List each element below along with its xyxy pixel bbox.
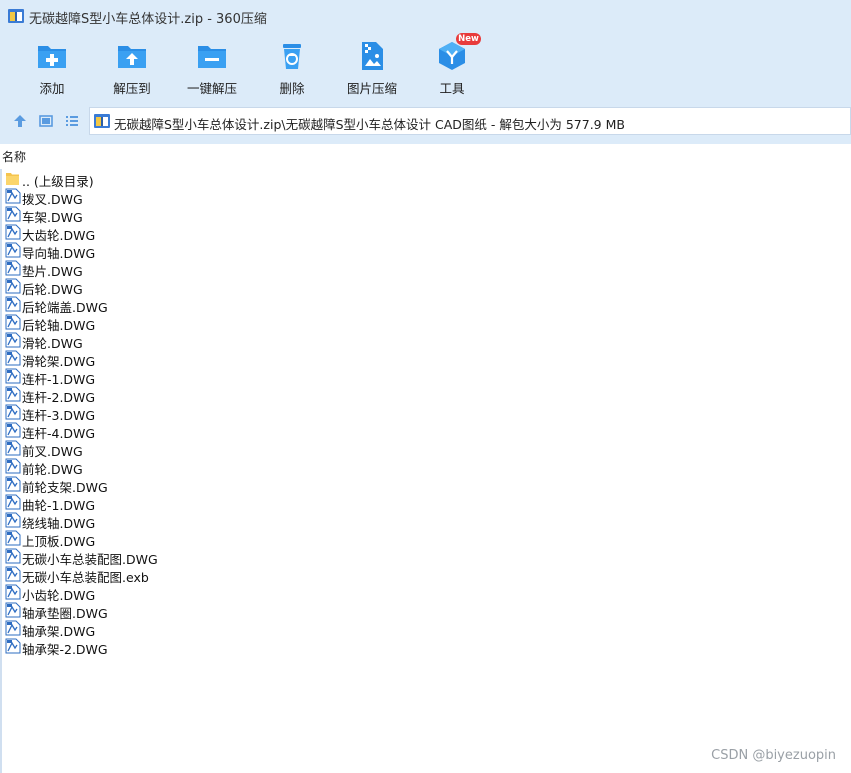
list-item[interactable]: 车架.DWG — [5, 205, 845, 225]
dwg-file-icon — [5, 260, 21, 276]
list-item[interactable]: 无碳小车总装配图.exb — [5, 565, 845, 585]
dwg-file-icon — [5, 404, 21, 420]
list-item[interactable]: 前轮.DWG — [5, 457, 845, 477]
dwg-file-icon — [5, 278, 21, 294]
list-item[interactable]: 滑轮.DWG — [5, 331, 845, 351]
image-compress-icon — [362, 42, 383, 70]
image-compress-label: 图片压缩 — [346, 81, 397, 96]
list-view-icon[interactable] — [63, 112, 81, 130]
list-item[interactable]: 连杆-3.DWG — [5, 403, 845, 423]
up-arrow-icon[interactable] — [11, 112, 29, 130]
new-badge: New — [456, 33, 481, 45]
list-item[interactable]: 轴承垫圈.DWG — [5, 601, 845, 621]
list-item[interactable]: 垫片.DWG — [5, 259, 845, 279]
list-item[interactable]: 滑轮架.DWG — [5, 349, 845, 369]
file-list: .. (上级目录) 拨叉.DWG 车架.DWG 大齿轮.DWG 导向轴.DWG 垫片.D… — [0, 169, 851, 773]
window-title: 无碳越障S型小车总体设计.zip - 360压缩 — [29, 12, 267, 27]
address-bar[interactable]: 无碳越障S型小车总体设计.zip\无碳越障S型小车总体设计 CAD图纸 - 解包… — [89, 107, 851, 135]
list-item[interactable]: 连杆-2.DWG — [5, 385, 845, 405]
dwg-file-icon — [5, 548, 21, 564]
address-row: 无碳越障S型小车总体设计.zip\无碳越障S型小车总体设计 CAD图纸 - 解包… — [0, 106, 851, 136]
list-item[interactable]: 后轮.DWG — [5, 277, 845, 297]
archive-app-icon — [8, 9, 24, 23]
image-compress-button[interactable]: 图片压缩 — [332, 36, 412, 100]
archive-icon — [94, 114, 110, 128]
dwg-file-icon — [5, 584, 21, 600]
add-button[interactable]: 添加 — [12, 36, 92, 100]
title-bar: 无碳越障S型小车总体设计.zip - 360压缩 — [0, 0, 851, 32]
dwg-file-icon — [5, 602, 21, 618]
list-item[interactable]: 轴承架-2.DWG — [5, 637, 845, 657]
dwg-file-icon — [5, 314, 21, 330]
dwg-file-icon — [5, 476, 21, 492]
list-item[interactable]: 小齿轮.DWG — [5, 583, 845, 603]
extract-to-label: 解压到 — [113, 81, 151, 96]
dwg-file-icon — [5, 638, 21, 654]
list-item[interactable]: 大齿轮.DWG — [5, 223, 845, 243]
dwg-file-icon — [5, 494, 21, 510]
recycle-bin-icon — [283, 44, 301, 69]
dwg-file-icon — [5, 620, 21, 636]
address-path: 无碳越障S型小车总体设计.zip\无碳越障S型小车总体设计 CAD图纸 - 解包… — [114, 117, 625, 132]
delete-label: 删除 — [279, 81, 305, 96]
list-item[interactable]: 后轮轴.DWG — [5, 313, 845, 333]
one-click-extract-button[interactable]: 一键解压 — [172, 36, 252, 100]
dwg-file-icon — [5, 332, 21, 348]
dwg-file-icon — [5, 206, 21, 222]
dwg-file-icon — [5, 440, 21, 456]
folder-icon — [6, 173, 19, 185]
tools-button[interactable]: 工具 — [412, 36, 492, 100]
dwg-file-icon — [5, 224, 21, 240]
dwg-file-icon — [5, 512, 21, 528]
dwg-file-icon — [5, 422, 21, 438]
one-click-extract-label: 一键解压 — [186, 81, 237, 96]
list-item[interactable]: 前轮支架.DWG — [5, 475, 845, 495]
dwg-file-icon — [5, 296, 21, 312]
list-item[interactable]: 曲轮-1.DWG — [5, 493, 845, 513]
watermark: CSDN @biyezuopin — [711, 748, 836, 763]
dwg-file-icon — [5, 386, 21, 402]
tools-label: 工具 — [439, 81, 465, 96]
dwg-file-icon — [5, 458, 21, 474]
list-item[interactable]: 后轮端盖.DWG — [5, 295, 845, 315]
column-header-name[interactable]: 名称 — [2, 148, 26, 165]
list-header: 名称 — [0, 145, 851, 165]
list-item[interactable]: 无碳小车总装配图.DWG — [5, 547, 845, 567]
list-item[interactable]: 上顶板.DWG — [5, 529, 845, 549]
dwg-file-icon — [5, 368, 21, 384]
list-item[interactable]: 轴承架.DWG — [5, 619, 845, 639]
dwg-file-icon — [5, 188, 21, 204]
list-item[interactable]: 前叉.DWG — [5, 439, 845, 459]
delete-button[interactable]: 删除 — [252, 36, 332, 100]
list-item[interactable]: 导向轴.DWG — [5, 241, 845, 261]
extract-to-folder-icon — [118, 46, 146, 68]
list-item[interactable]: 绕线轴.DWG — [5, 511, 845, 531]
thumbnail-view-icon[interactable] — [37, 112, 55, 130]
list-item[interactable]: 连杆-1.DWG — [5, 367, 845, 387]
parent-directory-row[interactable]: .. (上级目录) — [5, 169, 845, 189]
file-name: 轴承架-2.DWG — [22, 642, 108, 657]
list-item[interactable]: 拨叉.DWG — [5, 187, 845, 207]
dwg-file-icon — [5, 242, 21, 258]
dwg-file-icon — [5, 530, 21, 546]
extract-to-button[interactable]: 解压到 — [92, 36, 172, 100]
add-label: 添加 — [39, 81, 65, 96]
dwg-file-icon — [5, 566, 21, 582]
one-click-extract-icon — [198, 46, 226, 68]
toolbar: 添加 解压到 一键解压 删除 图片压缩 工具 — [0, 36, 851, 100]
dwg-file-icon — [5, 350, 21, 366]
list-item[interactable]: 连杆-4.DWG — [5, 421, 845, 441]
add-folder-icon — [38, 46, 66, 68]
